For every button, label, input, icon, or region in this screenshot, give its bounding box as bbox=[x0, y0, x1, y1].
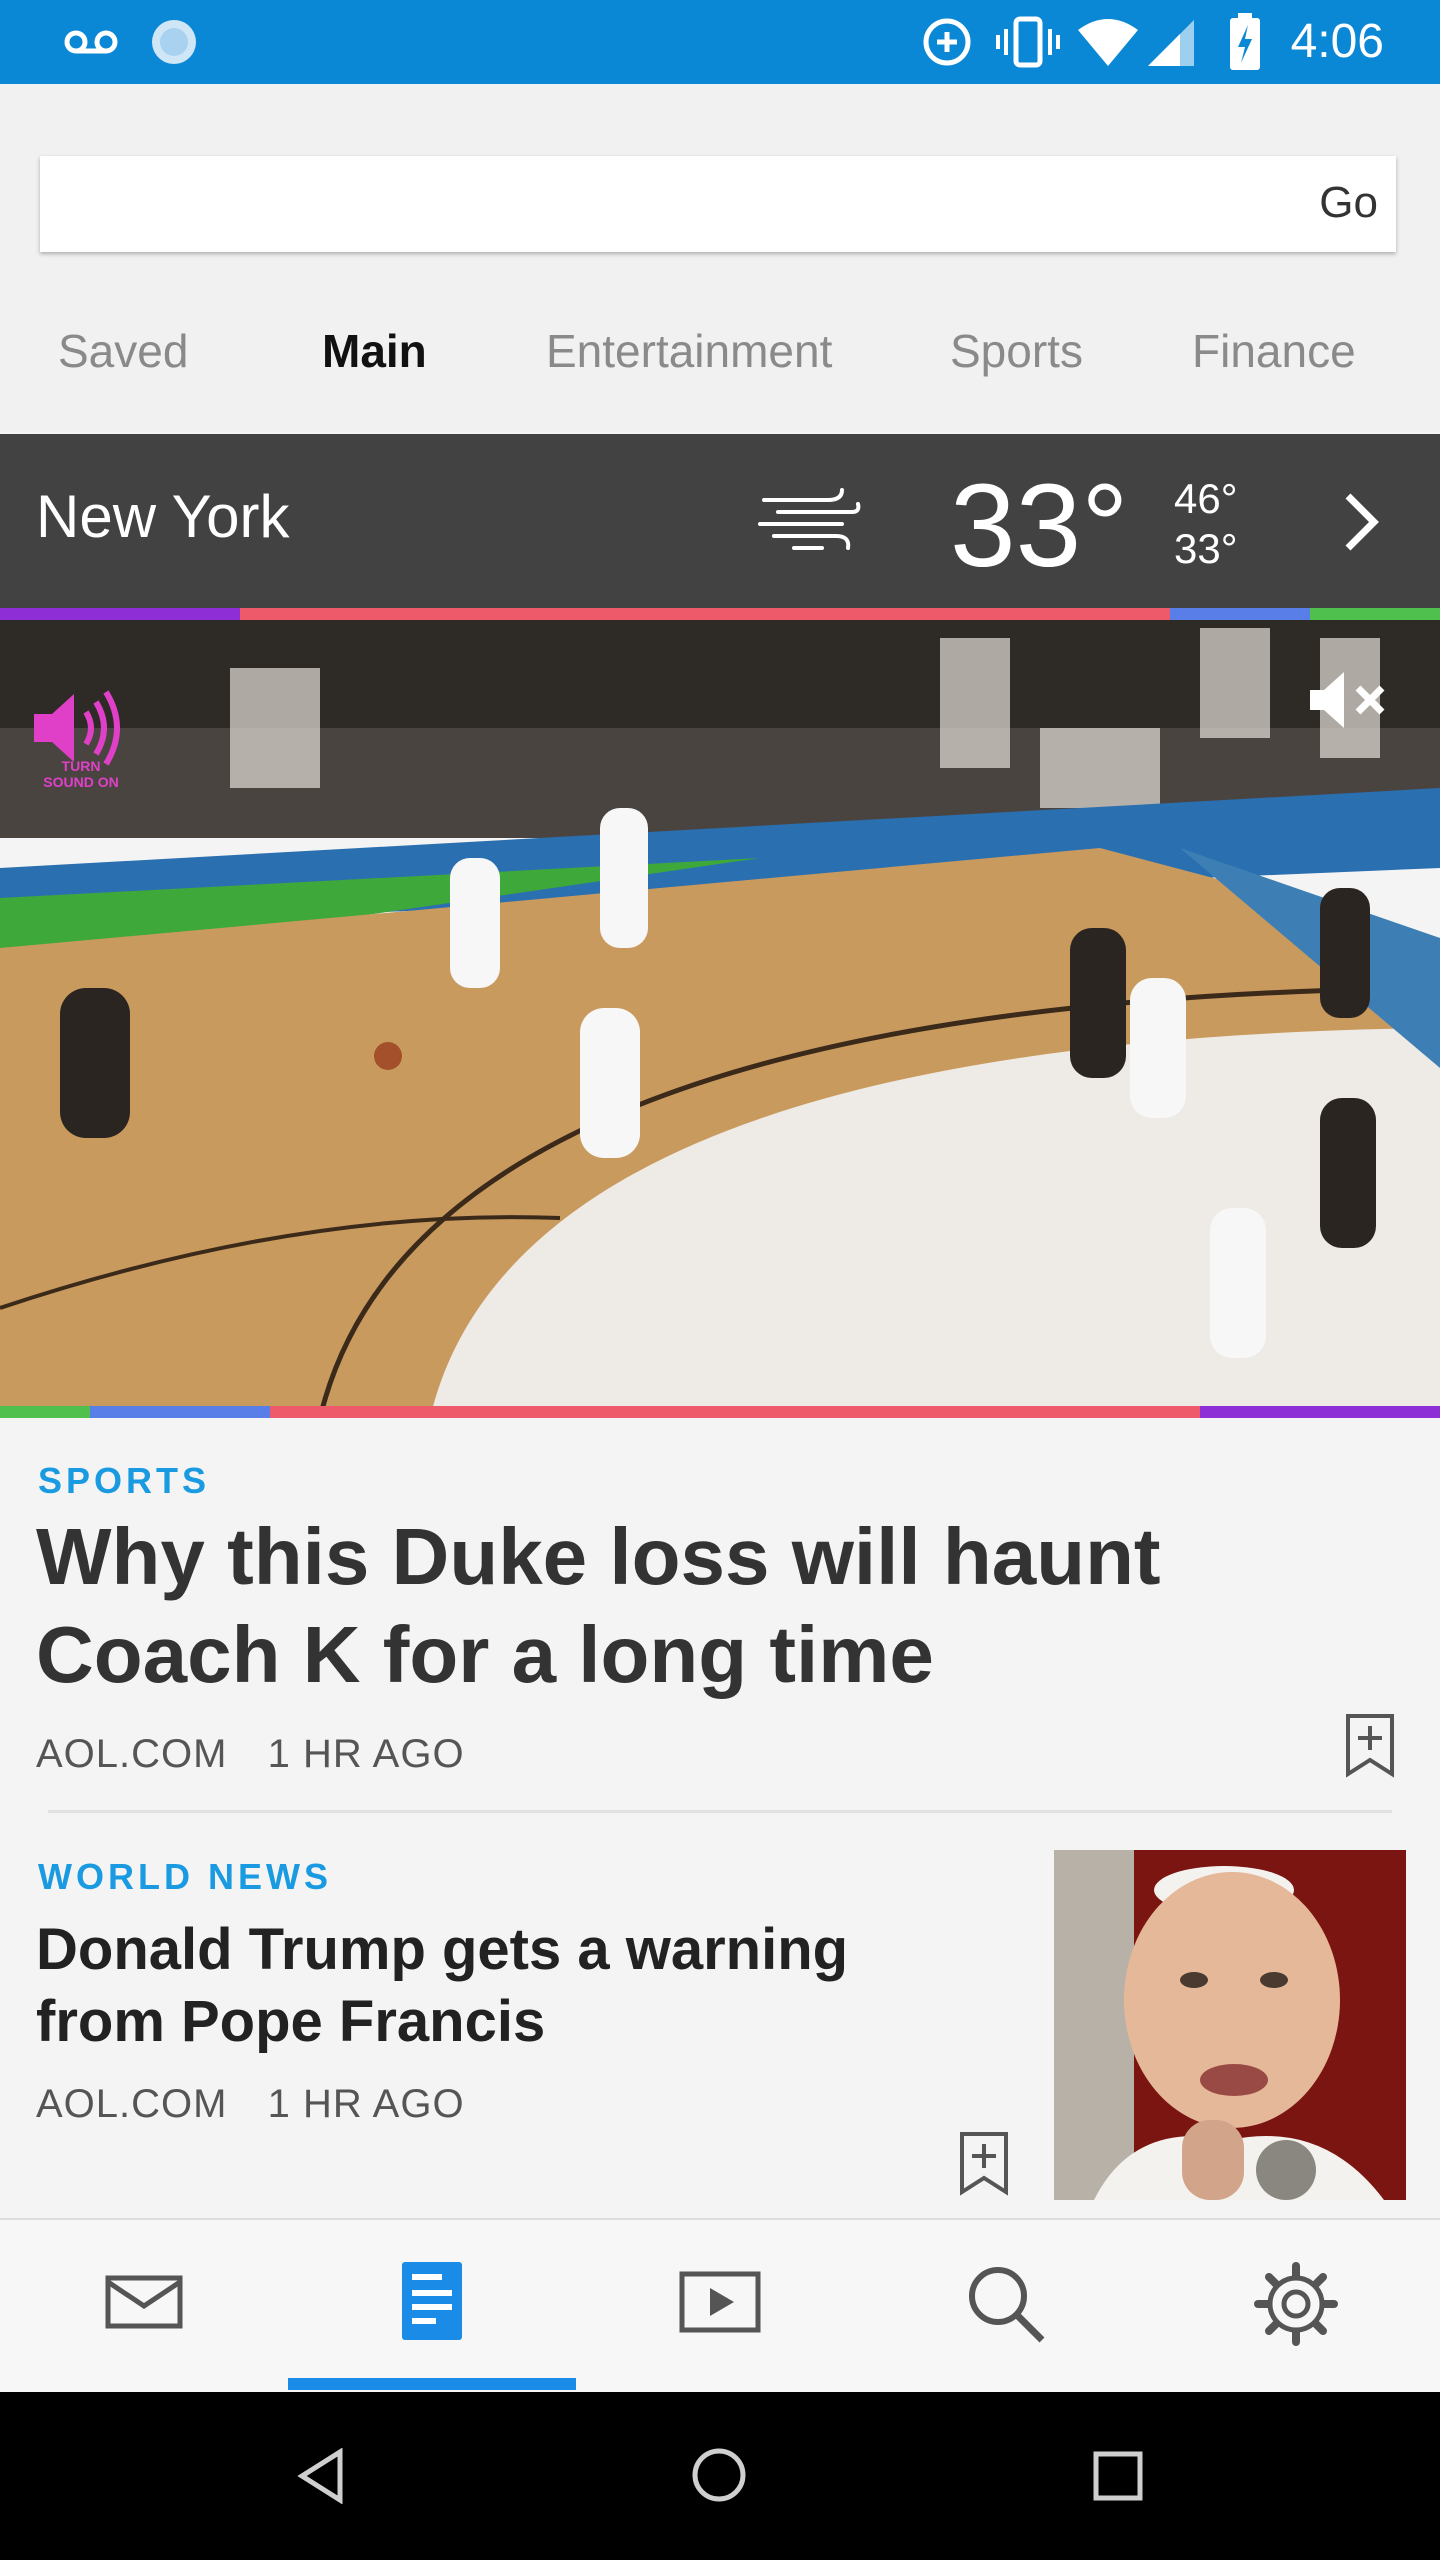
home-icon[interactable] bbox=[690, 2446, 748, 2504]
voicemail-icon bbox=[64, 30, 118, 54]
headline-line: Donald Trump gets a warning bbox=[36, 1917, 849, 1982]
sound-on-icon[interactable] bbox=[30, 688, 126, 768]
tab-main[interactable]: Main bbox=[322, 324, 427, 378]
tab-finance[interactable]: Finance bbox=[1192, 324, 1356, 378]
signal-icon bbox=[1148, 20, 1194, 66]
search-input[interactable] bbox=[64, 156, 1268, 254]
recents-icon[interactable] bbox=[1092, 2450, 1144, 2502]
bookmark-add-icon[interactable] bbox=[1344, 1712, 1396, 1778]
article-age: 1 HR AGO bbox=[267, 1732, 465, 1776]
data-saver-icon bbox=[923, 18, 971, 66]
battery-charging-icon bbox=[1230, 13, 1260, 70]
chevron-right-icon[interactable] bbox=[1340, 490, 1384, 554]
video-player[interactable]: TURN SOUND ON bbox=[0, 608, 1440, 1418]
weather-city: New York bbox=[36, 483, 290, 550]
sound-on-label: TURN SOUND ON bbox=[43, 758, 119, 790]
weather-high-low: 46° 33° bbox=[1174, 474, 1238, 574]
article-source: AOL.COM bbox=[36, 1732, 228, 1776]
video-frame bbox=[0, 608, 1440, 1418]
search-icon[interactable] bbox=[966, 2264, 1046, 2344]
article-thumbnail[interactable] bbox=[1054, 1850, 1406, 2200]
article-source: AOL.COM bbox=[36, 2082, 228, 2126]
article-age: 1 HR AGO bbox=[267, 2082, 465, 2126]
back-icon[interactable] bbox=[296, 2448, 346, 2504]
system-navigation-bar bbox=[0, 2392, 1440, 2560]
tab-sports[interactable]: Sports bbox=[950, 324, 1083, 378]
bookmark-add-icon[interactable] bbox=[958, 2130, 1010, 2196]
active-tab-indicator bbox=[288, 2378, 576, 2390]
weather-card[interactable]: New York 33° 46° 33° bbox=[0, 434, 1440, 608]
vibrate-icon bbox=[996, 16, 1060, 68]
category-tabs: Saved Main Entertainment Sports Finance bbox=[0, 324, 1440, 424]
weather-high: 46° bbox=[1174, 475, 1238, 522]
mail-icon[interactable] bbox=[104, 2274, 184, 2330]
news-icon[interactable] bbox=[400, 2260, 464, 2342]
tab-entertainment[interactable]: Entertainment bbox=[546, 324, 832, 378]
weather-temperature: 33° bbox=[950, 460, 1129, 592]
article-headline[interactable]: Why this Duke loss will haunt Coach K fo… bbox=[36, 1508, 1296, 1704]
wind-icon bbox=[758, 488, 861, 550]
article-category: SPORTS bbox=[38, 1460, 211, 1501]
article-meta: AOL.COM 1 HR AGO bbox=[36, 1732, 465, 1777]
volume-off-icon[interactable] bbox=[1306, 668, 1390, 732]
gear-icon[interactable] bbox=[1254, 2262, 1338, 2346]
headline-line: from Pope Francis bbox=[36, 1989, 546, 2054]
search-box: Go bbox=[40, 156, 1396, 254]
weather-low: 33° bbox=[1174, 525, 1238, 572]
bottom-navigation bbox=[0, 2218, 1440, 2394]
status-bar: 4:06 bbox=[0, 0, 1440, 84]
article-category: WORLD NEWS bbox=[38, 1856, 332, 1897]
video-icon[interactable] bbox=[678, 2270, 762, 2334]
article-headline[interactable]: Donald Trump gets a warning from Pope Fr… bbox=[36, 1914, 996, 2058]
wifi-icon bbox=[1078, 19, 1138, 66]
search-header: Go Saved Main Entertainment Sports Finan… bbox=[0, 84, 1440, 432]
go-button[interactable]: Go bbox=[1319, 178, 1378, 228]
sync-icon bbox=[152, 20, 196, 64]
tab-saved[interactable]: Saved bbox=[58, 324, 188, 378]
headline-line: Why this Duke loss will haunt bbox=[36, 1512, 1161, 1601]
divider bbox=[48, 1810, 1392, 1813]
article-meta: AOL.COM 1 HR AGO bbox=[36, 2082, 465, 2127]
headline-line: Coach K for a long time bbox=[36, 1610, 934, 1699]
status-time: 4:06 bbox=[1290, 15, 1384, 68]
